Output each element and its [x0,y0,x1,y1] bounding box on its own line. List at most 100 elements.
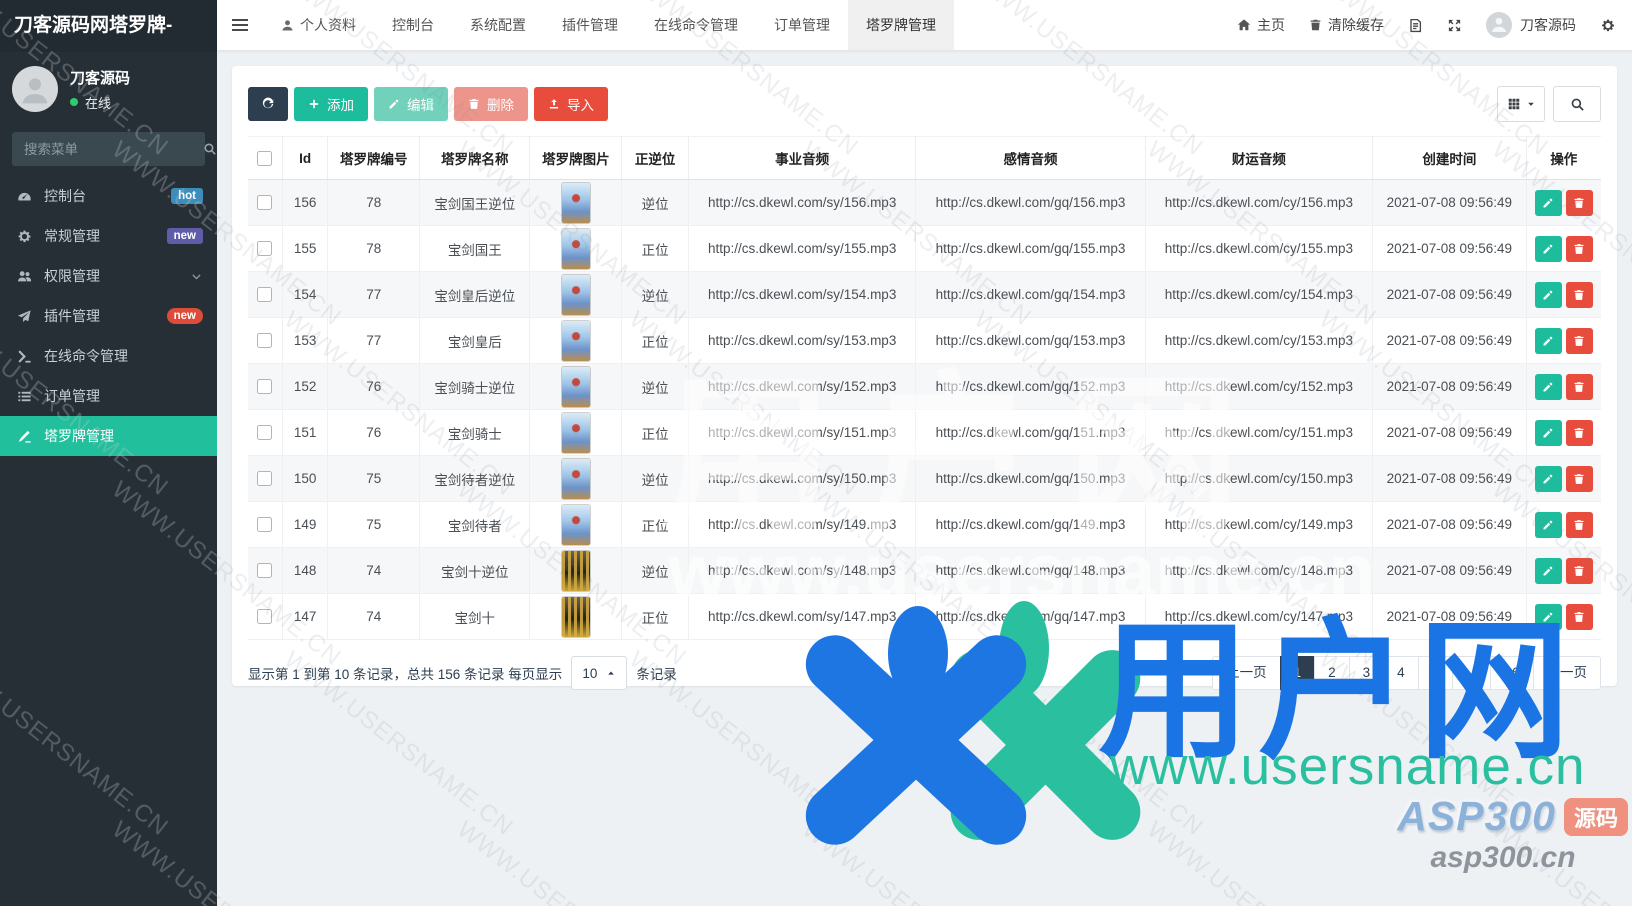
row-checkbox[interactable] [257,609,273,625]
page-button-16[interactable]: 16 [1490,656,1534,690]
row-delete-button[interactable] [1565,511,1593,538]
search-icon[interactable] [203,142,217,156]
page-size-dropdown[interactable]: 10 [571,656,628,690]
row-delete-button[interactable] [1565,465,1593,492]
sidebar-item-在线命令管理[interactable]: 在线命令管理 [0,336,217,376]
tab-label: 插件管理 [562,17,618,33]
user-menu[interactable]: 刀客源码 [1486,12,1576,38]
row-edit-button[interactable] [1534,373,1562,400]
row-checkbox[interactable] [257,287,273,303]
col-header-card-name[interactable]: 塔罗牌名称 [419,136,531,180]
columns-dropdown-button[interactable] [1497,86,1545,122]
hamburger-menu-icon[interactable] [217,0,263,50]
col-header-love-audio[interactable]: 感情音频 [915,136,1146,180]
page-button-...[interactable]: ... [1452,656,1492,690]
sidebar-item-订单管理[interactable]: 订单管理 [0,376,217,416]
col-header-career-audio[interactable]: 事业音频 [687,136,917,180]
home-label: 主页 [1257,17,1285,33]
tab-插件管理[interactable]: 插件管理 [544,0,636,50]
import-button[interactable]: 导入 [534,87,608,121]
cell-created-time: 2021-07-08 09:56:49 [1372,547,1527,594]
row-delete-button[interactable] [1565,419,1593,446]
settings-gears-icon[interactable] [1600,18,1616,33]
trash-icon [1574,565,1584,576]
row-checkbox[interactable] [257,379,273,395]
row-checkbox[interactable] [257,333,273,349]
sidebar-item-常规管理[interactable]: 常规管理 new [0,216,217,256]
trash-icon [468,98,480,110]
page-button-4[interactable]: 4 [1383,656,1419,690]
row-delete-button[interactable] [1565,603,1593,630]
row-checkbox[interactable] [257,425,273,441]
sidebar-item-塔罗牌管理[interactable]: 塔罗牌管理 [0,416,217,456]
row-edit-button[interactable] [1534,557,1562,584]
row-edit-button[interactable] [1534,419,1562,446]
col-header-position[interactable]: 正逆位 [621,136,689,180]
edit-button[interactable]: 编辑 [374,87,448,121]
tab-在线命令管理[interactable]: 在线命令管理 [636,0,756,50]
row-delete-button[interactable] [1565,557,1593,584]
sidebar-search-input[interactable] [22,140,203,158]
add-button[interactable]: 添加 [294,87,368,121]
row-delete-button[interactable] [1565,235,1593,262]
cell-card-name: 宝剑待者 [419,501,531,548]
row-checkbox[interactable] [257,517,273,533]
row-edit-button[interactable] [1534,189,1562,216]
row-edit-button[interactable] [1534,235,1562,262]
row-delete-button[interactable] [1565,189,1593,216]
brand-title: 刀客源码网塔罗牌- [0,0,217,52]
trash-icon [1309,18,1322,32]
row-checkbox[interactable] [257,471,273,487]
row-checkbox[interactable] [257,195,273,211]
tarot-card-thumbnail [561,550,590,591]
table-row: 148 74 宝剑十逆位 逆位 http://cs.dkewl.com/sy/148.m… [248,547,1601,594]
summary-prefix: 显示第 1 到第 10 条记录，总共 156 条记录 每页显示 [248,667,563,682]
fullscreen-icon[interactable] [1447,18,1462,33]
page-button-下一页[interactable]: 下一页 [1532,656,1601,690]
cell-created-time: 2021-07-08 09:56:49 [1372,501,1527,548]
cell-created-time: 2021-07-08 09:56:49 [1372,179,1527,226]
page-button-上一页[interactable]: 上一页 [1212,656,1281,690]
table-search-button[interactable] [1553,86,1601,122]
sidebar-item-权限管理[interactable]: 权限管理 [0,256,217,296]
row-delete-button[interactable] [1565,373,1593,400]
tab-个人资料[interactable]: 个人资料 [263,0,374,50]
home-link[interactable]: 主页 [1237,15,1285,35]
delete-button[interactable]: 删除 [454,87,528,121]
cell-love-audio: http://cs.dkewl.com/gq/152.mp3 [915,363,1146,410]
home-icon [1237,18,1251,32]
row-edit-button[interactable] [1534,511,1562,538]
page-button-2[interactable]: 2 [1314,656,1350,690]
col-header-wealth-audio[interactable]: 财运音频 [1144,136,1374,180]
language-icon[interactable] [1408,18,1423,33]
cell-career-audio: http://cs.dkewl.com/sy/147.mp3 [687,593,917,640]
row-edit-button[interactable] [1534,327,1562,354]
row-edit-button[interactable] [1534,465,1562,492]
page-button-3[interactable]: 3 [1348,656,1385,690]
col-header-card-no[interactable]: 塔罗牌编号 [327,136,421,180]
row-checkbox[interactable] [257,241,273,257]
edit-label: 编辑 [407,98,434,113]
refresh-button[interactable] [248,87,288,121]
sidebar-item-插件管理[interactable]: 插件管理 new [0,296,217,336]
sidebar-item-label: 常规管理 [44,228,100,244]
clear-cache-link[interactable]: 清除缓存 [1309,15,1384,35]
sidebar-item-控制台[interactable]: 控制台 hot [0,176,217,216]
page-button-1[interactable]: 1 [1279,656,1316,690]
row-delete-button[interactable] [1565,281,1593,308]
col-header-id[interactable]: Id [281,136,329,180]
col-header-created-time[interactable]: 创建时间 [1372,136,1527,180]
tab-塔罗牌管理[interactable]: 塔罗牌管理 [848,0,954,50]
row-delete-button[interactable] [1565,327,1593,354]
tab-控制台[interactable]: 控制台 [374,0,452,50]
row-edit-button[interactable] [1534,281,1562,308]
col-header-card-image[interactable]: 塔罗牌图片 [529,136,623,180]
select-all-checkbox[interactable] [257,150,273,166]
row-checkbox[interactable] [257,563,273,579]
cell-position: 正位 [621,593,689,640]
table-row: 153 77 宝剑皇后 正位 http://cs.dkewl.com/sy/153.mp… [248,317,1601,364]
tab-订单管理[interactable]: 订单管理 [756,0,848,50]
tab-系统配置[interactable]: 系统配置 [452,0,544,50]
page-button-5[interactable]: 5 [1417,656,1454,690]
row-edit-button[interactable] [1534,603,1562,630]
